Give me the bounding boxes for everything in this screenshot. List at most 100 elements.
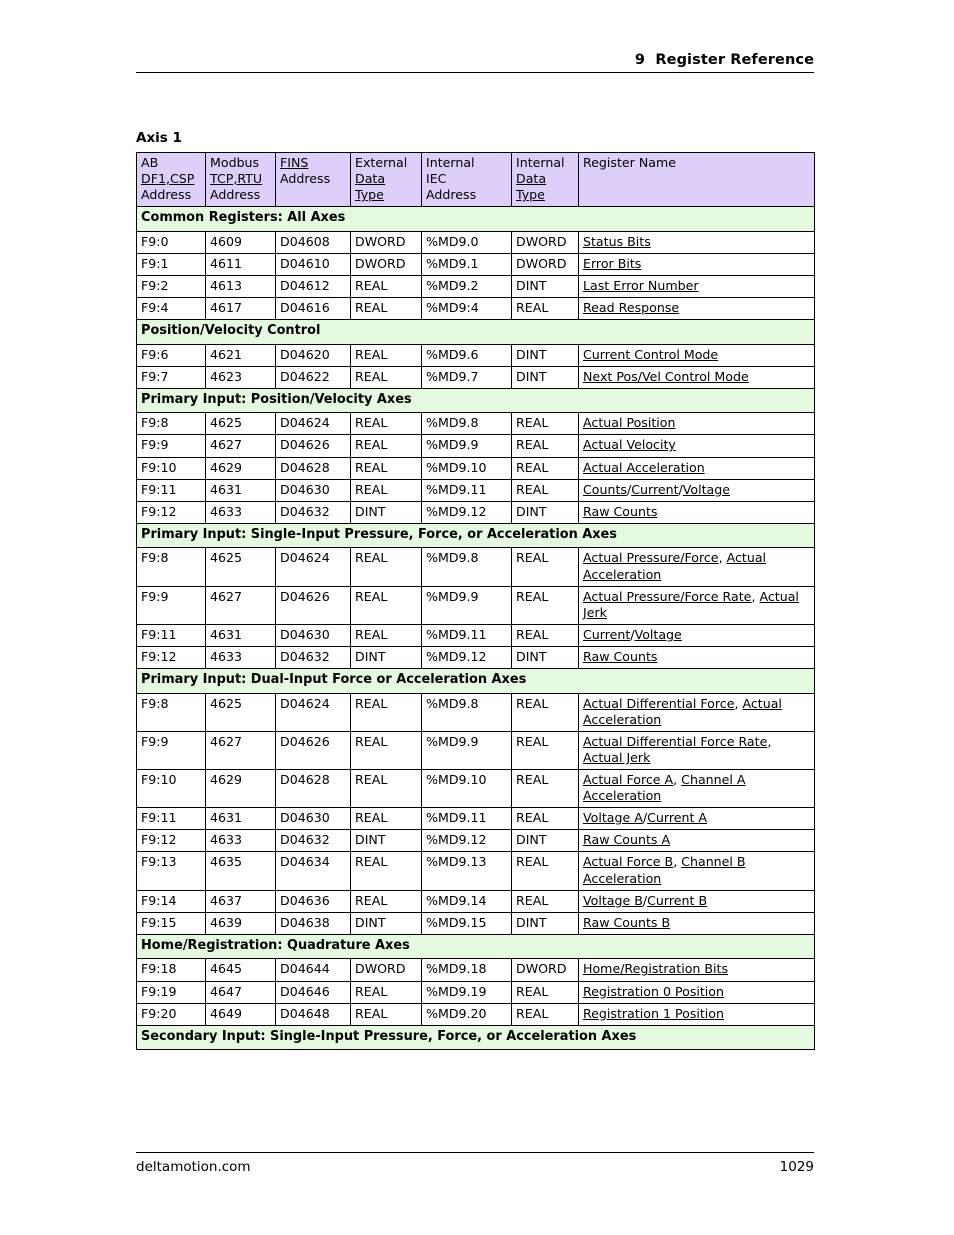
column-header-line: IEC	[426, 170, 447, 186]
document-page: 9 Register Reference Axis 1 AB DF1,CSP Add…	[0, 0, 954, 1235]
register-name-link[interactable]: Error Bits	[583, 256, 641, 271]
section-header-row: Primary Input: Single-Input Pressure, Fo…	[136, 522, 815, 549]
page-header: 9 Register Reference	[136, 52, 814, 73]
cell-external-data-type: REAL	[350, 297, 422, 321]
cell-ab-address: F9:1	[136, 252, 206, 276]
column-header-link[interactable]: Type	[355, 187, 384, 202]
register-name-link[interactable]: Actual Velocity	[583, 437, 676, 452]
cell-fins-address: D04638	[275, 911, 351, 935]
register-name-link[interactable]: Voltage	[683, 482, 730, 497]
column-header-line: Address	[210, 187, 261, 203]
register-name-link[interactable]: Actual Differential Force Rate	[583, 734, 767, 749]
column-header-link[interactable]: DF1,CSP	[141, 171, 194, 186]
column-header-link[interactable]: Data	[516, 171, 546, 186]
cell-external-data-type: REAL	[350, 692, 422, 732]
cell-ab-address: F9:7	[136, 365, 206, 389]
cell-internal-data-type: REAL	[511, 1002, 579, 1026]
cell-ab-address: F9:12	[136, 645, 206, 670]
cell-external-data-type: REAL	[350, 274, 422, 299]
register-name-link[interactable]: Current Control Mode	[583, 347, 718, 362]
register-name-link[interactable]: Raw Counts	[583, 649, 657, 664]
cell-fins-address: D04648	[275, 1002, 351, 1026]
column-header-link[interactable]: Type	[516, 187, 545, 202]
cell-fins-address: D04622	[275, 365, 351, 389]
cell-iec-address: %MD9.7	[421, 365, 512, 389]
cell-internal-data-type: DINT	[511, 829, 579, 853]
register-name-link[interactable]: Actual Position	[583, 415, 676, 430]
cell-internal-data-type: REAL	[511, 547, 579, 587]
cell-fins-address: D04644	[275, 958, 351, 982]
cell-iec-address: %MD9.1	[421, 252, 512, 276]
register-name-link[interactable]: Current A	[647, 810, 707, 825]
register-name-link[interactable]: Current B	[647, 893, 707, 908]
cell-fins-address: D04624	[275, 547, 351, 587]
footer-site[interactable]: deltamotion.com	[136, 1159, 251, 1175]
register-name-link[interactable]: Current	[631, 482, 678, 497]
cell-register-name: Actual Velocity	[578, 434, 815, 458]
table-row: F9:10 4629 D04628 REAL %MD9.10 REAL Actual Acc…	[136, 456, 815, 480]
register-name-link[interactable]: Raw Counts A	[583, 832, 670, 847]
cell-fins-address: D04616	[275, 297, 351, 321]
cell-register-name: Current Control Mode	[578, 343, 815, 367]
register-name-link[interactable]: Actual Differential Force	[583, 696, 734, 711]
register-name-link[interactable]: Status Bits	[583, 234, 651, 249]
table-row: F9:9 4627 D04626 REAL %MD9.9 REAL Actual Press…	[136, 585, 815, 625]
register-name-link[interactable]: Actual Pressure/Force	[583, 550, 719, 565]
register-name-link[interactable]: Raw Counts B	[583, 915, 670, 930]
cell-modbus-address: 4609	[205, 230, 276, 254]
register-name-link[interactable]: Actual Force B	[583, 854, 673, 869]
register-name-link[interactable]: Actual Force A	[583, 772, 673, 787]
register-name-link[interactable]: Actual Jerk	[583, 750, 650, 765]
cell-internal-data-type: DWORD	[511, 958, 579, 982]
register-name-link[interactable]: Actual Pressure/Force Rate	[583, 589, 751, 604]
cell-external-data-type: REAL	[350, 365, 422, 389]
cell-internal-data-type: REAL	[511, 585, 579, 625]
column-header-line: Data	[355, 171, 417, 187]
cell-fins-address: D04630	[275, 623, 351, 647]
cell-iec-address: %MD9:4	[421, 297, 512, 321]
register-name-link[interactable]: Actual Acceleration	[583, 460, 705, 475]
cell-modbus-address: 4631	[205, 807, 276, 831]
register-name-link[interactable]: Registration 1 Position	[583, 1006, 724, 1021]
cell-external-data-type: REAL	[350, 456, 422, 480]
cell-register-name: Actual Differential Force, Actual Accele…	[578, 692, 815, 732]
column-header-line: Address	[426, 187, 477, 203]
cell-iec-address: %MD9.6	[421, 343, 512, 367]
column-header-line: Type	[355, 187, 417, 203]
register-name-link[interactable]: Voltage A	[583, 810, 643, 825]
cell-modbus-address: 4611	[205, 252, 276, 276]
cell-register-name: Registration 1 Position	[578, 1002, 815, 1026]
register-name-link[interactable]: Home/Registration Bits	[583, 961, 728, 976]
cell-ab-address: F9:2	[136, 274, 206, 299]
column-header-link[interactable]: FINS	[280, 155, 308, 170]
cell-fins-address: D04636	[275, 889, 351, 913]
table-row: F9:7 4623 D04622 REAL %MD9.7 DINT Next Pos/Vel…	[136, 365, 815, 389]
column-header-line: Internal	[426, 154, 475, 170]
register-name-link[interactable]: Read Response	[583, 300, 679, 315]
cell-modbus-address: 4629	[205, 456, 276, 480]
register-name-link[interactable]: Raw Counts	[583, 504, 657, 519]
register-name-link[interactable]: Last Error Number	[583, 278, 699, 293]
cell-fins-address: D04624	[275, 412, 351, 436]
register-name-link[interactable]: Voltage	[635, 627, 682, 642]
register-name-link[interactable]: Voltage B	[583, 893, 643, 908]
table-row: F9:12 4633 D04632 DINT %MD9.12 DINT Raw Counts…	[136, 829, 815, 853]
cell-register-name: Voltage B/Current B	[578, 889, 815, 913]
cell-external-data-type: DINT	[350, 645, 422, 670]
cell-modbus-address: 4649	[205, 1002, 276, 1026]
register-name-link[interactable]: Next Pos/Vel Control Mode	[583, 369, 749, 384]
column-header-link[interactable]: Data	[355, 171, 385, 186]
column-header-link[interactable]: TCP,RTU	[210, 171, 262, 186]
cell-fins-address: D04610	[275, 252, 351, 276]
register-name-link[interactable]: Counts	[583, 482, 627, 497]
cell-ab-address: F9:18	[136, 958, 206, 982]
register-name-link[interactable]: Registration 0 Position	[583, 984, 724, 999]
register-name-link[interactable]: Current	[583, 627, 630, 642]
cell-iec-address: %MD9.9	[421, 434, 512, 458]
cell-external-data-type: DINT	[350, 911, 422, 935]
cell-iec-address: %MD9.10	[421, 456, 512, 480]
cell-modbus-address: 4627	[205, 730, 276, 771]
cell-iec-address: %MD9.13	[421, 851, 512, 891]
cell-modbus-address: 4631	[205, 478, 276, 502]
cell-external-data-type: REAL	[350, 889, 422, 913]
